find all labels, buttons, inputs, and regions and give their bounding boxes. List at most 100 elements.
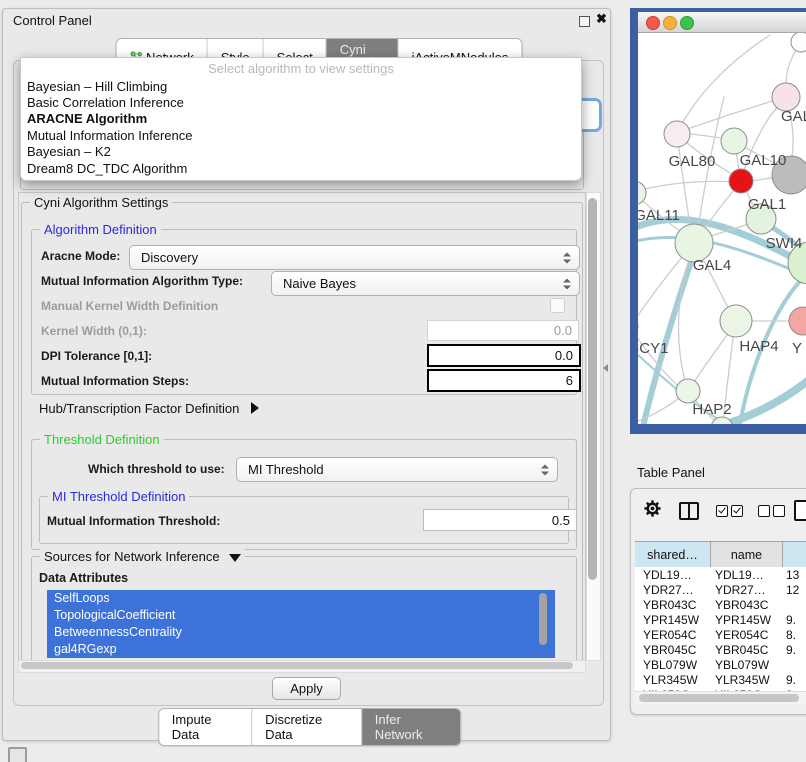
algorithm-option-dream8-dc-tdc-algorithm[interactable]: Dream8 DC_TDC Algorithm: [21, 160, 581, 176]
aracne-mode-value: Discovery: [141, 250, 198, 265]
sources-legend[interactable]: Sources for Network Inference: [40, 549, 245, 564]
minimized-panel-icon[interactable]: [8, 747, 27, 762]
network-node-gal-pink[interactable]: [772, 83, 800, 111]
checked-checkbox-icon[interactable]: [716, 505, 728, 517]
node-label: HAP2: [692, 401, 731, 418]
table-body: YDL19…YDL19…13YDR27…YDR27…12YBR043CYBR04…: [635, 567, 806, 691]
algorithm-option-list: Bayesian – Hill ClimbingBasic Correlatio…: [21, 78, 581, 176]
cell: YBL079W: [635, 658, 711, 672]
network-edge[interactable]: [638, 181, 737, 191]
float-window-icon[interactable]: [579, 16, 590, 27]
table-row[interactable]: YDR27…YDR27…12: [635, 582, 806, 597]
bottom-tabbar: Impute Data Discretize Data Infer Network: [158, 708, 462, 746]
network-canvas[interactable]: GALGAL80GAL10GAL11GAL1SWI4GAL4GCY1HAP4YH…: [638, 33, 806, 424]
hub-definition-toggle[interactable]: Hub/Transcription Factor Definition: [39, 401, 259, 416]
kernel-width-field[interactable]: 0.0: [427, 320, 579, 341]
chevron-updown-icon: [563, 252, 570, 263]
network-node-top[interactable]: [791, 33, 806, 52]
which-threshold-combobox[interactable]: MI Threshold: [236, 457, 558, 482]
network-node-hap4[interactable]: [720, 305, 752, 337]
cell: 8.: [783, 628, 806, 642]
algorithm-option-basic-correlation-inference[interactable]: Basic Correlation Inference: [21, 94, 581, 110]
aracne-mode-combobox[interactable]: Discovery: [129, 245, 580, 270]
cell: 12: [783, 583, 806, 597]
mi-steps-value: 6: [566, 373, 573, 388]
algorithm-option-aracne-algorithm[interactable]: ARACNE Algorithm: [21, 111, 581, 127]
network-edge[interactable]: [679, 97, 786, 132]
close-icon[interactable]: ✖: [596, 11, 607, 27]
unchecked-checkbox-icon[interactable]: [758, 505, 770, 517]
unchecked-checkbox-icon[interactable]: [773, 505, 785, 517]
table-row[interactable]: YDL19…YDL19…13: [635, 567, 806, 582]
algorithm-option-mutual-information-inference[interactable]: Mutual Information Inference: [21, 127, 581, 143]
checked-checkbox-icon[interactable]: [731, 505, 743, 517]
apply-button[interactable]: Apply: [272, 677, 341, 700]
network-node-bottom[interactable]: [711, 417, 733, 424]
cell: YBR045C: [711, 643, 783, 657]
control-panel-content: Select algorithm to view settings Bayesi…: [13, 60, 604, 706]
dpi-tolerance-field[interactable]: 0.0: [427, 344, 581, 367]
gear-icon[interactable]: [643, 499, 662, 523]
scrollbar-thumb[interactable]: [21, 662, 573, 669]
table-row[interactable]: YER054CYER054C8.: [635, 627, 806, 642]
mi-algorithm-type-value: Naive Bayes: [283, 276, 356, 291]
network-node-salmon[interactable]: [789, 307, 806, 335]
table-row[interactable]: YBR045CYBR045C9.: [635, 642, 806, 657]
table-row[interactable]: YBL079WYBL079W: [635, 657, 806, 672]
mi-steps-field[interactable]: 6: [427, 369, 581, 392]
settings-horizontal-scrollbar[interactable]: [18, 660, 586, 673]
table-row[interactable]: YLR345WYLR345W9.: [635, 672, 806, 687]
dpi-tolerance-value: 0.0: [555, 348, 573, 363]
algorithm-option-bayesian-hill-climbing[interactable]: Bayesian – Hill Climbing: [21, 78, 581, 94]
cell: YPR145W: [711, 613, 783, 627]
table-row[interactable]: YPR145WYPR145W9.: [635, 612, 806, 627]
network-window-titlebar[interactable]: [638, 12, 806, 33]
cell: YBL079W: [711, 658, 783, 672]
close-traffic-light-icon[interactable]: [646, 16, 660, 30]
tab-infer-network[interactable]: Infer Network: [361, 709, 460, 745]
mi-threshold-label: Mutual Information Threshold:: [47, 514, 220, 528]
screenshot-root: Control Panel ✖ NetworkStyleSelectCyni T…: [0, 0, 806, 762]
algorithm-option-bayesian-k2[interactable]: Bayesian – K2: [21, 144, 581, 160]
network-node-gal1-red[interactable]: [729, 169, 753, 193]
cell: 9.: [783, 673, 806, 687]
network-node-gal10[interactable]: [721, 128, 747, 154]
tab-label: Discretize Data: [265, 712, 348, 742]
column-header-shared[interactable]: shared…: [635, 542, 711, 567]
manual-kernel-width-checkbox[interactable]: [550, 298, 565, 313]
kernel-width-value: 0.0: [554, 323, 572, 338]
column-layout-icon[interactable]: [679, 502, 699, 520]
attribute-betweennesscentrality[interactable]: BetweennessCentrality: [47, 624, 555, 641]
attributes-list-scrollbar[interactable]: [539, 593, 547, 645]
attribute-topologicalcoefficient[interactable]: TopologicalCoefficient: [47, 607, 555, 624]
attribute-selfloops[interactable]: SelfLoops: [47, 590, 555, 607]
mi-algorithm-type-combobox[interactable]: Naive Bayes: [271, 271, 580, 296]
scrollbar-thumb[interactable]: [588, 198, 597, 580]
network-node-gal80[interactable]: [664, 121, 690, 147]
minimize-traffic-light-icon[interactable]: [663, 16, 677, 30]
settings-vertical-scrollbar[interactable]: [586, 192, 601, 661]
column-header-name[interactable]: name: [711, 542, 783, 567]
data-attributes-list[interactable]: SelfLoopsTopologicalCoefficientBetweenne…: [47, 590, 555, 658]
tab-label: Infer Network: [375, 712, 447, 742]
tab-discretize-data[interactable]: Discretize Data: [251, 709, 361, 745]
panel-divider-handle[interactable]: [603, 364, 608, 372]
column-header-partial[interactable]: [783, 542, 806, 567]
table-row[interactable]: YBR043CYBR043C: [635, 597, 806, 612]
attribute-gal4rgexp[interactable]: gal4RGexp: [47, 641, 555, 658]
network-node-gal11[interactable]: [638, 181, 646, 205]
node-label: GAL10: [740, 152, 787, 169]
node-label: SWI4: [766, 235, 803, 252]
which-threshold-label: Which threshold to use:: [88, 462, 225, 476]
zoom-traffic-light-icon[interactable]: [680, 16, 694, 30]
cell: YPR145W: [635, 613, 711, 627]
network-node-hap2[interactable]: [676, 379, 700, 403]
mi-threshold-field[interactable]: 0.5: [423, 509, 577, 531]
tab-impute-data[interactable]: Impute Data: [159, 709, 251, 745]
scrollbar-thumb[interactable]: [639, 694, 799, 702]
table-mode-icon[interactable]: [794, 500, 806, 521]
node-label: GAL1: [748, 196, 786, 213]
mi-threshold-value: 0.5: [552, 513, 570, 528]
table-horizontal-scrollbar[interactable]: [635, 691, 806, 704]
chevron-updown-icon: [563, 278, 570, 289]
